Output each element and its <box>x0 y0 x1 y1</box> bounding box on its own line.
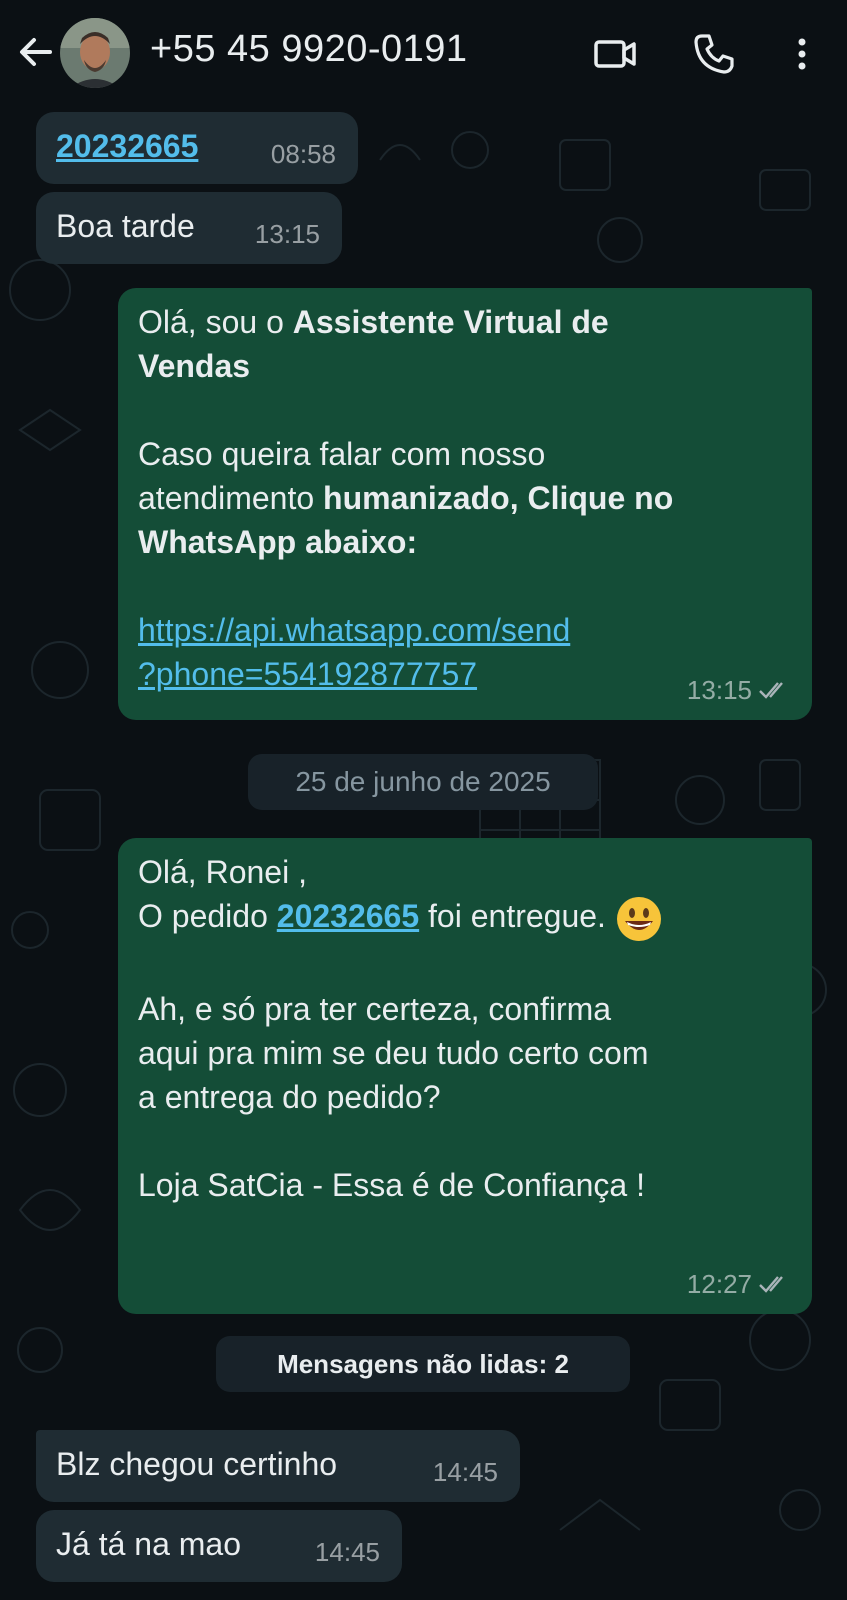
message-text: aqui pra mim se deu tudo certo com <box>138 1034 649 1071</box>
phone-icon <box>694 34 734 74</box>
whatsapp-link-line[interactable]: https://api.whatsapp.com/send <box>138 608 788 652</box>
message-text: foi entregue. <box>419 898 606 934</box>
message-text: atendimento <box>138 480 324 516</box>
message-time: 08:58 <box>270 139 336 169</box>
voice-call-button[interactable] <box>690 30 738 78</box>
date-separator-label: 25 de junho de 2025 <box>295 766 551 797</box>
message-text: Caso queira falar com nosso <box>138 436 546 472</box>
message-text: Blz chegou certinho <box>56 1446 338 1482</box>
message-body: Olá, Ronei , O pedido 20232665 foi entre… <box>138 850 788 1207</box>
message-text: Olá, Ronei , <box>138 854 307 890</box>
chat-header: +55 45 9920-0191 <box>0 0 847 110</box>
message-time: 13:15 <box>687 668 790 712</box>
arrow-back-icon <box>20 38 52 66</box>
message-bubble-outgoing[interactable]: Olá, Ronei , O pedido 20232665 foi entre… <box>118 838 812 1314</box>
message-time: 12:27 <box>687 1262 790 1306</box>
message-bubble-outgoing[interactable]: Olá, sou o Assistente Virtual de Vendas … <box>118 288 812 720</box>
unread-messages-label: Mensagens não lidas: 2 <box>277 1349 569 1379</box>
message-text-bold: Vendas <box>138 348 251 384</box>
message-bubble-incoming[interactable]: Já tá na mao 14:45 <box>36 1510 402 1582</box>
message-text-bold: Assistente Virtual de <box>292 304 609 340</box>
message-text: O pedido <box>138 898 277 934</box>
more-options-button[interactable] <box>778 30 826 78</box>
message-text: Loja SatCia - Essa é de Confiança ! <box>138 1166 645 1203</box>
video-call-icon <box>594 40 636 68</box>
message-text: a entrega do pedido? <box>138 1078 441 1115</box>
order-link[interactable]: 20232665 <box>56 124 198 168</box>
message-bubble-incoming[interactable]: Boa tarde 13:15 <box>36 192 342 264</box>
back-button[interactable] <box>14 30 58 74</box>
message-bubble-incoming[interactable]: 20232665 08:58 <box>36 112 358 184</box>
video-call-button[interactable] <box>592 30 640 78</box>
avatar[interactable] <box>60 18 130 88</box>
unread-messages-banner: Mensagens não lidas: 2 <box>216 1336 630 1392</box>
message-time: 13:15 <box>254 219 320 249</box>
message-time: 14:45 <box>432 1457 498 1487</box>
message-text: Boa tarde <box>56 208 195 244</box>
date-separator: 25 de junho de 2025 <box>248 754 598 810</box>
message-bubble-incoming[interactable]: Blz chegou certinho 14:45 <box>36 1430 520 1502</box>
more-vert-icon <box>798 38 806 70</box>
message-text: Já tá na mao <box>56 1526 241 1562</box>
message-text: Ah, e só pra ter certeza, confirma <box>138 990 612 1027</box>
message-body: Olá, sou o Assistente Virtual de Vendas … <box>138 300 788 696</box>
order-link[interactable]: 20232665 <box>277 898 419 934</box>
contact-name[interactable]: +55 45 9920-0191 <box>150 28 468 71</box>
message-time: 14:45 <box>314 1537 380 1567</box>
grinning-face-emoji <box>616 896 661 941</box>
message-text: Olá, sou o <box>138 304 293 340</box>
double-check-icon <box>759 682 783 699</box>
chat-area[interactable]: 20232665 08:58 Boa tarde 13:15 Olá, sou … <box>0 110 847 1600</box>
double-check-icon <box>759 1276 783 1293</box>
message-text-bold: WhatsApp abaixo: <box>138 524 418 560</box>
message-text-bold: humanizado, Clique no <box>323 480 674 516</box>
